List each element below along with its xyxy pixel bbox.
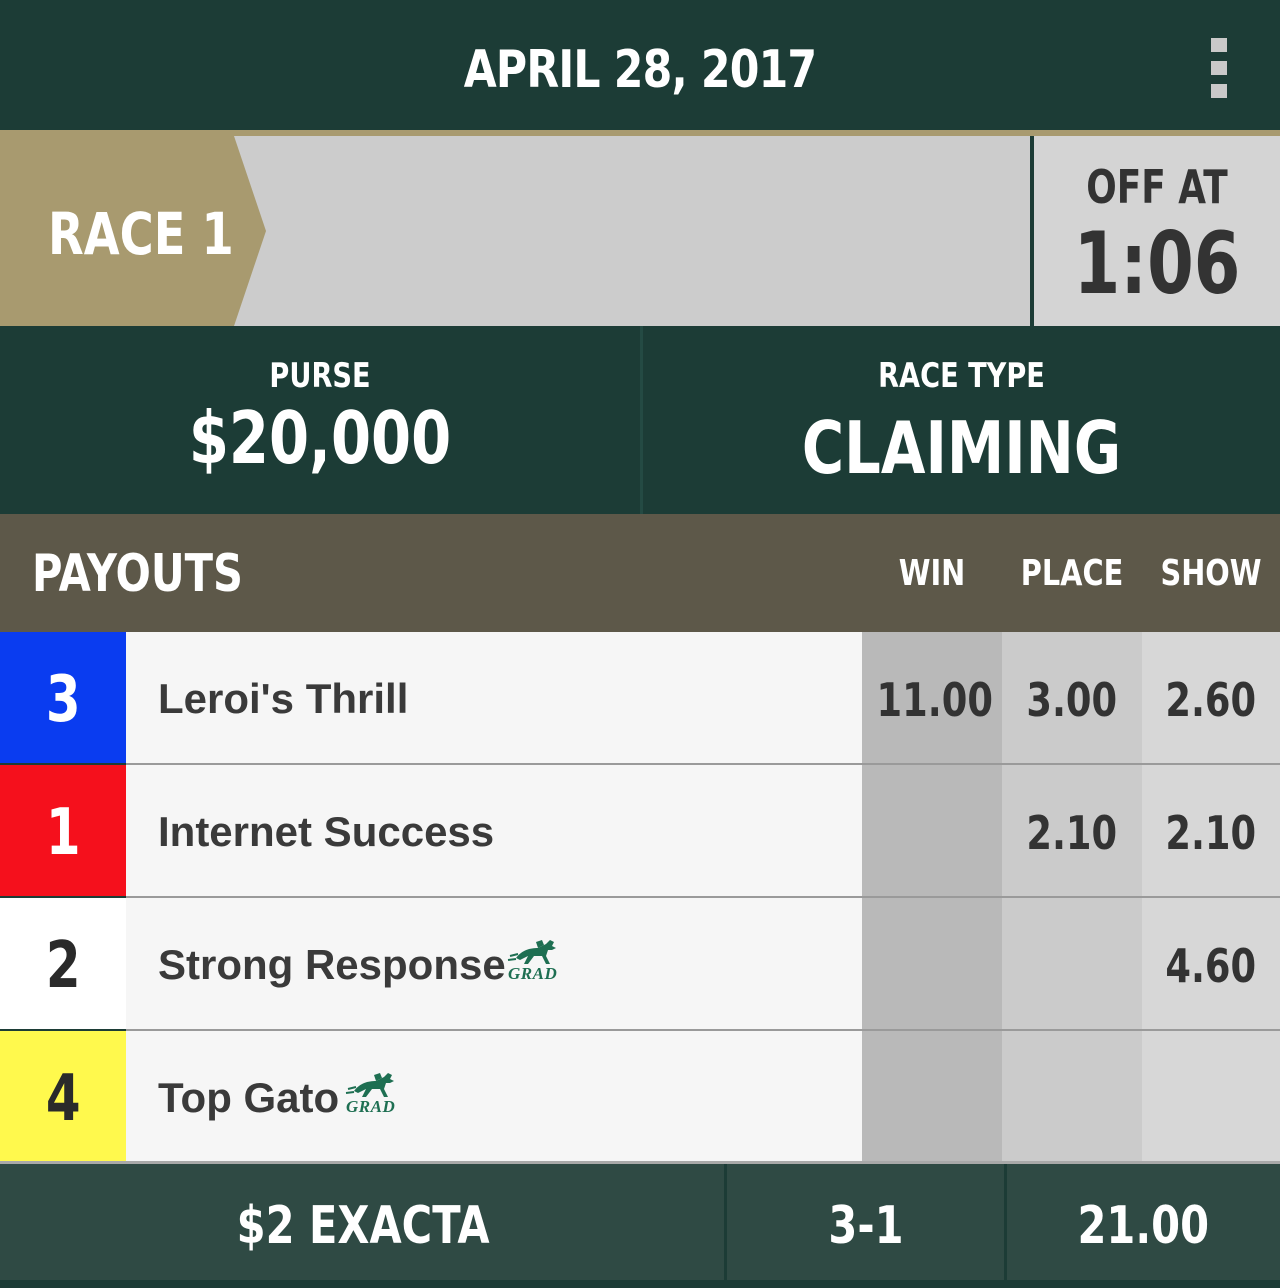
race-banner: RACE 1 OFF AT 1:06 — [0, 136, 1280, 326]
column-place: PLACE — [1020, 553, 1124, 594]
horse-name-cell: Leroi's Thrill — [126, 632, 862, 763]
off-time-value: 1:06 — [1073, 214, 1241, 314]
exotic-label: $2 EXACTA — [236, 1196, 490, 1256]
place-payout: 2.10 — [1002, 765, 1142, 896]
program-number: 1 — [0, 765, 126, 896]
race-number-tag[interactable]: RACE 1 — [0, 136, 270, 326]
table-row[interactable]: 1 Internet Success 2.10 2.10 — [0, 765, 1280, 898]
horse-name-cell: Internet Success — [126, 765, 862, 896]
grad-badge-icon: GRAD — [344, 1069, 404, 1123]
horse-name-cell: Top Gato — [126, 1031, 862, 1162]
place-payout — [1002, 1031, 1142, 1162]
table-row[interactable]: 3 Leroi's Thrill 11.00 3.00 2.60 — [0, 632, 1280, 765]
program-number: 4 — [0, 1031, 126, 1162]
program-number: 3 — [0, 632, 126, 763]
grad-badge-label: GRAD — [346, 1097, 396, 1116]
app-header: APRIL 28, 2017 — [0, 0, 1280, 132]
race-type-label: RACE TYPE — [878, 356, 1045, 396]
purse-label: PURSE — [269, 356, 371, 396]
race-label: RACE 1 — [48, 200, 234, 268]
horse-name: Leroi's Thrill — [158, 675, 409, 722]
place-payout — [1002, 898, 1142, 1029]
exotic-payout: 21.00 — [1077, 1196, 1210, 1256]
show-payout: 4.60 — [1142, 898, 1280, 1029]
column-show: SHOW — [1160, 553, 1262, 594]
more-vertical-icon[interactable] — [1205, 34, 1233, 104]
grad-badge-icon: GRAD — [506, 936, 566, 990]
column-win: WIN — [898, 553, 966, 594]
race-info: PURSE $20,000 RACE TYPE CLAIMING — [0, 326, 1280, 514]
win-payout: 11.00 — [862, 632, 1002, 763]
table-row[interactable]: 4 Top Gato GRAD — [0, 1031, 1280, 1164]
purse-value: $20,000 — [188, 396, 452, 480]
exotic-payout-row: $2 EXACTA 3-1 21.00 — [0, 1164, 1280, 1280]
off-at-label: OFF AT — [1086, 160, 1228, 214]
program-number: 2 — [0, 898, 126, 1029]
payouts-title: PAYOUTS — [32, 544, 244, 604]
race-type-value: CLAIMING — [801, 406, 1122, 490]
horse-name: Internet Success — [158, 808, 495, 855]
payouts-header: PAYOUTS WIN PLACE SHOW — [0, 514, 1280, 632]
grad-badge-label: GRAD — [508, 964, 558, 983]
place-payout: 3.00 — [1002, 632, 1142, 763]
race-date: APRIL 28, 2017 — [463, 40, 817, 100]
race-type-panel: RACE TYPE CLAIMING — [643, 326, 1280, 514]
horse-name-cell: Strong Response — [126, 898, 862, 1029]
show-payout: 2.60 — [1142, 632, 1280, 763]
purse-panel: PURSE $20,000 — [0, 326, 640, 514]
win-payout — [862, 898, 1002, 1029]
table-row[interactable]: 2 Strong Response GRAD 4.60 — [0, 898, 1280, 1031]
win-payout — [862, 765, 1002, 896]
off-time-box: OFF AT 1:06 — [1030, 136, 1280, 326]
exotic-combo: 3-1 — [828, 1196, 904, 1256]
horse-name: Top Gato — [158, 1074, 340, 1121]
show-payout — [1142, 1031, 1280, 1162]
horse-name: Strong Response — [158, 941, 506, 988]
show-payout: 2.10 — [1142, 765, 1280, 896]
win-payout — [862, 1031, 1002, 1162]
